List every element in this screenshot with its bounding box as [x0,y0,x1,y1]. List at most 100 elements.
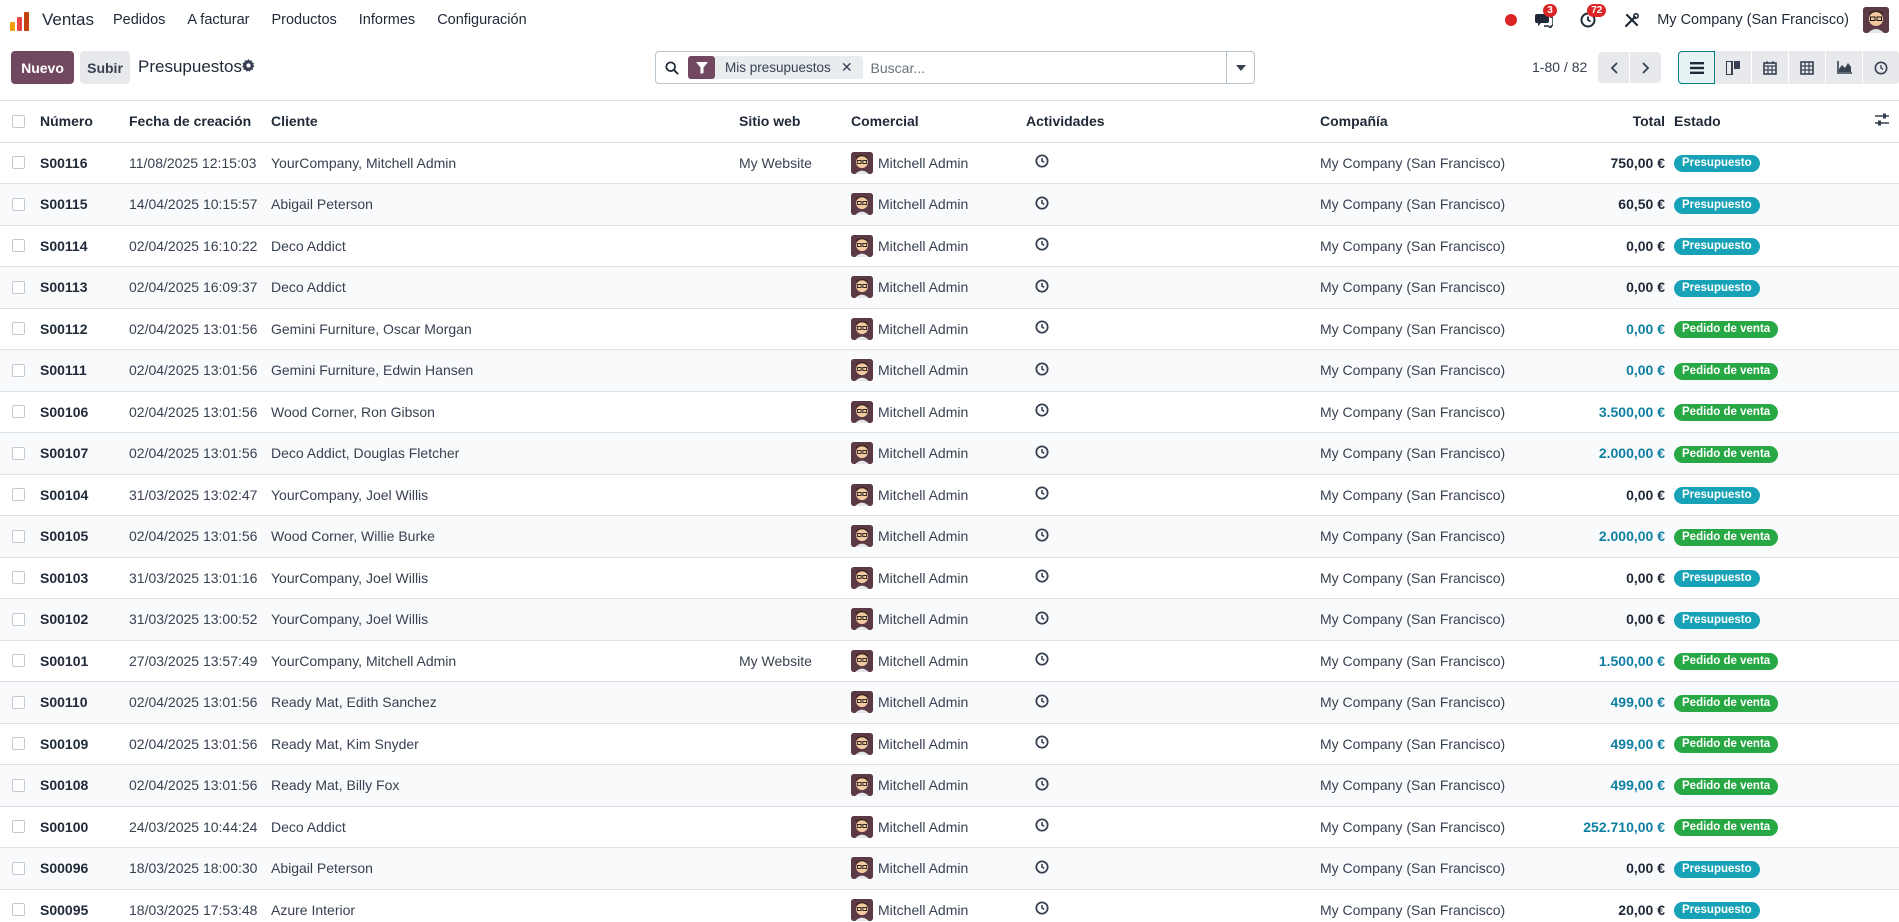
remove-facet-icon[interactable]: ✕ [841,59,863,76]
table-row[interactable]: S00101 27/03/2025 13:57:49 YourCompany, … [0,640,1899,682]
row-checkbox[interactable] [12,280,25,294]
row-select-cell[interactable] [0,598,40,641]
activity-clock-icon[interactable] [1035,860,1049,874]
optional-columns-icon[interactable] [1862,101,1899,143]
activity-view-icon[interactable] [1863,51,1899,84]
activity-clock-icon[interactable] [1035,237,1049,251]
row-select-cell[interactable] [0,183,40,226]
row-checkbox[interactable] [12,322,25,336]
row-select-cell[interactable] [0,432,40,475]
row-select-cell[interactable] [0,723,40,765]
table-row[interactable]: S00106 02/04/2025 13:01:56 Wood Corner, … [0,391,1899,433]
graph-view-icon[interactable] [1826,51,1863,84]
table-row[interactable]: S00109 02/04/2025 13:01:56 Ready Mat, Ki… [0,723,1899,765]
activities-cell[interactable] [1026,142,1320,184]
table-row[interactable]: S00102 31/03/2025 13:00:52 YourCompany, … [0,598,1899,641]
activity-clock-icon[interactable] [1035,486,1049,500]
activity-clock-icon[interactable] [1035,569,1049,583]
table-row[interactable]: S00113 02/04/2025 16:09:37 Deco Addict M… [0,266,1899,309]
column-header-salesperson[interactable]: Comercial [851,101,1026,143]
row-checkbox[interactable] [12,820,25,834]
record-dot-icon[interactable] [1505,14,1518,26]
chevron-down-icon[interactable] [1226,52,1254,83]
row-checkbox[interactable] [12,612,25,626]
row-checkbox[interactable] [12,903,25,917]
table-row[interactable]: S00104 31/03/2025 13:02:47 YourCompany, … [0,474,1899,516]
activities-cell[interactable] [1026,723,1320,765]
activity-clock-icon[interactable] [1035,196,1049,210]
pager-previous-button[interactable] [1598,52,1629,83]
column-header-customer[interactable]: Cliente [271,101,739,143]
activities-cell[interactable] [1026,681,1320,724]
row-checkbox[interactable] [12,405,25,419]
row-select-cell[interactable] [0,474,40,516]
table-row[interactable]: S00114 02/04/2025 16:10:22 Deco Addict M… [0,225,1899,267]
row-select-cell[interactable] [0,806,40,848]
upload-button[interactable]: Subir [80,51,130,84]
table-row[interactable]: S00100 24/03/2025 10:44:24 Deco Addict M… [0,806,1899,848]
activities-cell[interactable] [1026,889,1320,922]
table-row[interactable]: S00103 31/03/2025 13:01:16 YourCompany, … [0,557,1899,599]
table-row[interactable]: S00111 02/04/2025 13:01:56 Gemini Furnit… [0,349,1899,392]
menu-item-informes[interactable]: Informes [348,12,426,28]
column-header-activities[interactable]: Actividades [1026,101,1320,143]
activities-cell[interactable] [1026,557,1320,599]
pivot-view-icon[interactable] [1789,51,1826,84]
activities-cell[interactable] [1026,847,1320,890]
column-header-date[interactable]: Fecha de creación [129,101,271,143]
row-checkbox[interactable] [12,488,25,502]
activity-clock-icon[interactable] [1035,735,1049,749]
table-row[interactable]: S00110 02/04/2025 13:01:56 Ready Mat, Ed… [0,681,1899,724]
table-row[interactable]: S00095 18/03/2025 17:53:48 Azure Interio… [0,889,1899,922]
row-checkbox[interactable] [12,529,25,543]
activities-cell[interactable] [1026,640,1320,682]
row-select-cell[interactable] [0,681,40,724]
table-row[interactable]: S00108 02/04/2025 13:01:56 Ready Mat, Bi… [0,764,1899,807]
gear-icon[interactable] [242,59,255,75]
row-checkbox[interactable] [12,156,25,170]
activity-clock-icon[interactable] [1035,279,1049,293]
row-checkbox[interactable] [12,778,25,792]
activity-clock-icon[interactable] [1035,652,1049,666]
menu-item-productos[interactable]: Productos [260,12,347,28]
activities-cell[interactable] [1026,806,1320,848]
activity-clock-icon[interactable] [1035,694,1049,708]
activity-clock-icon[interactable] [1035,777,1049,791]
menu-item-pedidos[interactable]: Pedidos [102,12,176,28]
row-select-cell[interactable] [0,225,40,267]
activity-clock-icon[interactable] [1035,403,1049,417]
row-checkbox[interactable] [12,363,25,377]
activity-clock-icon[interactable] [1035,818,1049,832]
select-all-checkbox[interactable] [12,114,25,128]
row-select-cell[interactable] [0,847,40,890]
new-button[interactable]: Nuevo [11,51,74,84]
row-select-cell[interactable] [0,515,40,558]
chat-icon[interactable]: 3 [1533,4,1557,31]
activity-clock-icon[interactable] [1035,362,1049,376]
row-checkbox[interactable] [12,239,25,253]
row-select-cell[interactable] [0,764,40,807]
activities-cell[interactable] [1026,183,1320,226]
activities-cell[interactable] [1026,391,1320,433]
activity-clock-icon[interactable] [1035,611,1049,625]
row-select-cell[interactable] [0,308,40,350]
activity-clock-icon[interactable] [1035,154,1049,168]
activities-cell[interactable] [1026,225,1320,267]
row-checkbox[interactable] [12,695,25,709]
activities-cell[interactable] [1026,764,1320,807]
list-view-icon[interactable] [1678,51,1715,84]
row-select-cell[interactable] [0,557,40,599]
activity-clock-icon[interactable] [1035,901,1049,915]
table-row[interactable]: S00112 02/04/2025 13:01:56 Gemini Furnit… [0,308,1899,350]
activities-cell[interactable] [1026,598,1320,641]
ventas-logo-icon[interactable] [10,9,32,31]
kanban-view-icon[interactable] [1715,51,1752,84]
row-select-cell[interactable] [0,142,40,184]
activities-cell[interactable] [1026,308,1320,350]
activity-clock-icon[interactable] [1035,320,1049,334]
search-input[interactable] [868,52,1226,83]
table-row[interactable]: S00096 18/03/2025 18:00:30 Abigail Peter… [0,847,1899,890]
row-select-cell[interactable] [0,889,40,922]
row-checkbox[interactable] [12,197,25,211]
activities-cell[interactable] [1026,349,1320,392]
